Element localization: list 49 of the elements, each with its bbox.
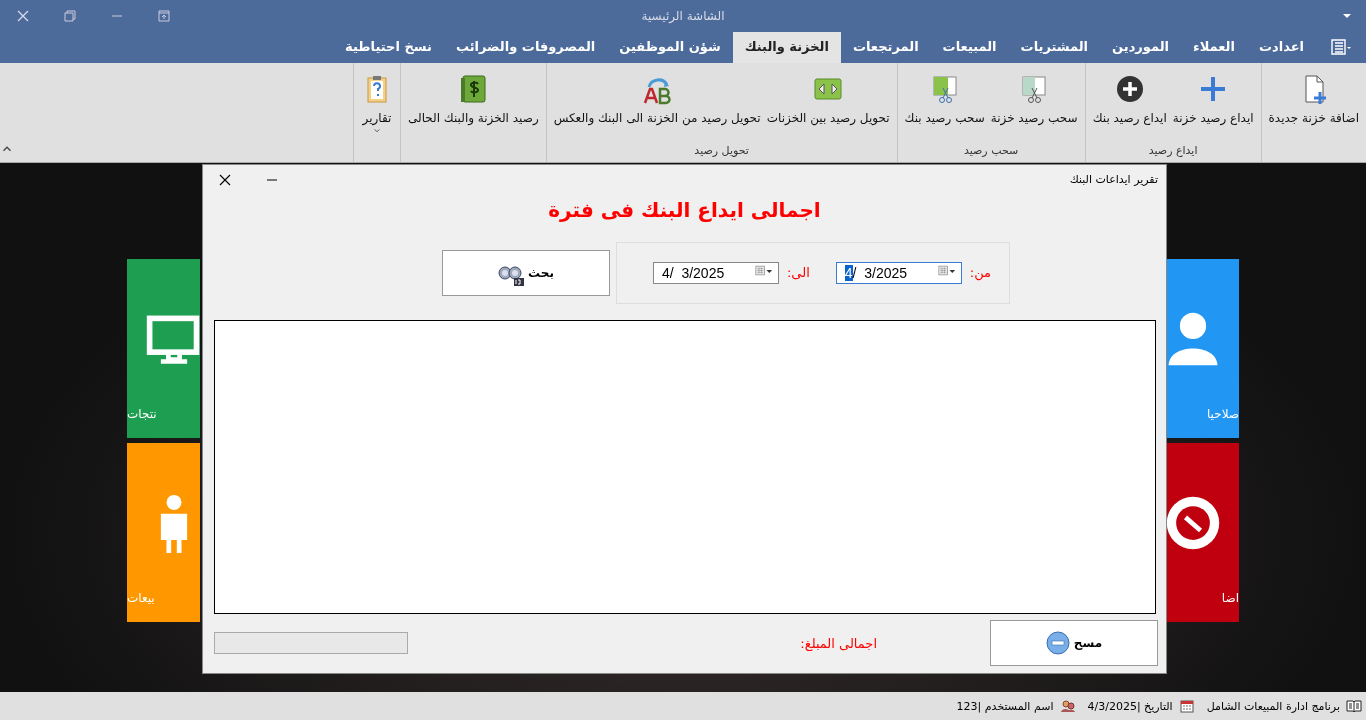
ribbon-tab[interactable]: المبيعات [930,32,1009,63]
ribbon-tab[interactable]: نسخ احتياطية [333,32,444,63]
ribbon-tab[interactable]: الخزنة والبنك [732,32,841,63]
minus-icon [1045,631,1070,656]
ribbon-display-icon[interactable] [158,10,170,22]
clear-button[interactable]: مسح [990,620,1158,667]
ribbon-tab[interactable]: المصروفات والضرائب [443,32,608,63]
ribbon-button[interactable]: تحويل رصيد من الخزنة الى البنك والعكس [550,73,764,125]
users-icon [1059,699,1076,713]
group-label: ايداع رصيد [1148,144,1198,159]
ribbon-button[interactable]: اضافة خزنة جديدة [1265,73,1362,125]
calendar-icon [1178,699,1195,713]
date-picker[interactable]: 4/ 3/2025 [835,261,962,284]
ribbon-tab[interactable]: اعدادت [1246,32,1316,63]
ribbon-button[interactable]: سحب رصيد خزنة [987,73,1081,125]
tile-label: نتجات [127,407,157,421]
user-text: اسم المستخدم |123 [956,699,1054,713]
app-name: برنامج ادارة المبيعات الشامل [1206,699,1340,713]
tile-label: صلاحيا [1206,407,1239,421]
close-icon[interactable] [219,173,231,186]
restore-icon[interactable] [64,10,76,22]
group-label: سحب رصيد [963,144,1019,159]
date-picker[interactable]: 4/ 3/2025 [652,261,779,284]
ribbon-button[interactable]: ايداع رصيد خزنة [1169,73,1257,125]
total-label: اجمالى المبلغ: [800,635,877,651]
dialog-title: تقرير ايداعات البنك [1069,173,1158,187]
ribbon-button[interactable]: ايداع رصيد بنك [1089,73,1170,125]
app-tile[interactable]: اضا [1166,443,1239,622]
book-icon [1346,699,1362,713]
group-label: تحويل رصيد [694,144,749,159]
window-title: الشاشة الرئيسية [640,9,726,23]
date-text: التاريخ |4/3/2025 [1087,699,1173,713]
ribbon-tab[interactable]: شؤن الموظفين [607,32,733,63]
ribbon-button[interactable]: سحب رصيد بنك [901,73,988,125]
ribbon-button[interactable]: تقارير [358,73,396,137]
tile-label: اضا [1221,591,1239,605]
caret-icon[interactable] [1342,13,1352,19]
ribbon-button[interactable]: رصيد الخزنة والبنك الحالى [405,73,542,125]
to-label: الى: [786,265,810,281]
ribbon-tab[interactable]: الموردين [1100,32,1182,63]
ribbon-tab[interactable]: المرتجعات [840,32,931,63]
ribbon-tab[interactable]: العملاء [1181,32,1247,63]
menu-icon[interactable] [1328,39,1352,55]
ribbon-tab[interactable]: المشتريات [1008,32,1101,63]
report-heading: اجمالى ايداع البنك فى فترة [547,196,822,224]
from-label: من: [969,265,991,281]
ribbon-button[interactable]: تحويل رصيد بين الخزنات [763,73,893,125]
search-button[interactable]: بحث [442,249,610,296]
tile-label: بيعات [127,591,155,605]
